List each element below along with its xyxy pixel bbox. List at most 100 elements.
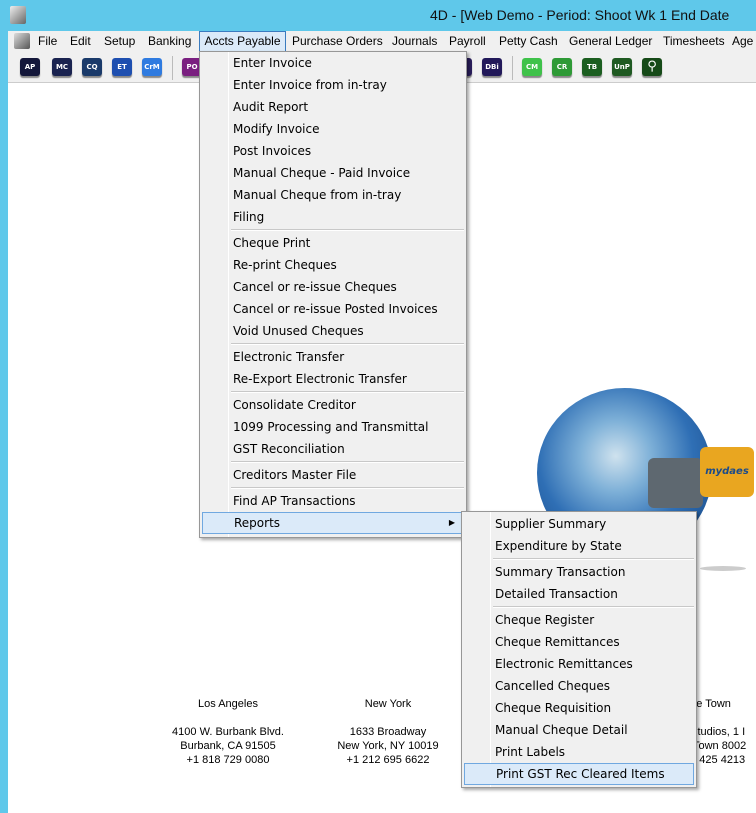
menu-item-label: Void Unused Cheques	[233, 324, 364, 338]
menu-item-cheque-requisition[interactable]: Cheque Requisition	[462, 697, 696, 719]
app-icon[interactable]	[10, 6, 26, 24]
menu-item-cancel-or-re-issue-posted-invoices[interactable]: Cancel or re-issue Posted Invoices	[200, 298, 466, 320]
menu-item-label: GST Reconciliation	[233, 442, 345, 456]
menu-item-electronic-remittances[interactable]: Electronic Remittances	[462, 653, 696, 675]
menu-item-label: Manual Cheque - Paid Invoice	[233, 166, 411, 180]
office-city: Los Angeles	[198, 698, 258, 710]
menu-item-label: 1099 Processing and Transmittal	[233, 420, 429, 434]
menu-item-cheque-register[interactable]: Cheque Register	[462, 609, 696, 631]
tb-toolbar-button[interactable]: TB	[582, 58, 602, 76]
menu-item-label: Cancelled Cheques	[495, 679, 611, 693]
menu-item-modify-invoice[interactable]: Modify Invoice	[200, 118, 466, 140]
office-city: New York	[364, 698, 412, 710]
menu-item-audit-report[interactable]: Audit Report	[200, 96, 466, 118]
crm-toolbar-button[interactable]: CrM	[142, 58, 162, 76]
menu-item-cheque-remittances[interactable]: Cheque Remittances	[462, 631, 696, 653]
mydaes-logo: mydaes	[700, 447, 754, 497]
menu-item-cheque-print[interactable]: Cheque Print	[200, 232, 466, 254]
et-toolbar-button[interactable]: ET	[112, 58, 132, 76]
menu-accts-payable[interactable]: Accts Payable	[199, 31, 286, 52]
menu-setup[interactable]: Setup	[104, 31, 135, 52]
menu-bar: File Edit Setup Banking Accts Payable Pu…	[8, 31, 756, 52]
menu-banking[interactable]: Banking	[148, 31, 191, 52]
submenu-arrow-icon: ▶	[448, 518, 455, 527]
menu-file[interactable]: File	[38, 31, 57, 52]
menu-item-re-print-cheques[interactable]: Re-print Cheques	[200, 254, 466, 276]
puzzle-piece-image	[648, 458, 703, 508]
menu-item-label: Cancel or re-issue Cheques	[233, 280, 397, 294]
menu-item-expenditure-by-state[interactable]: Expenditure by State	[462, 535, 696, 557]
office-address: Burbank, CA 91505	[180, 740, 276, 752]
menu-item-label: Creditors Master File	[233, 468, 357, 482]
office-address: New York, NY 10019	[337, 740, 439, 752]
menu-item-label: Cheque Requisition	[495, 701, 612, 715]
office-address: 4100 W. Burbank Blvd.	[172, 726, 284, 738]
accts-payable-dropdown: Enter Invoice Enter Invoice from in-tray A…	[199, 51, 467, 538]
menu-item-find-ap-transactions[interactable]: Find AP Transactions	[200, 490, 466, 512]
menu-item-label: Filing	[233, 210, 265, 224]
cr-toolbar-button[interactable]: CR	[552, 58, 572, 76]
ap-toolbar-button[interactable]: AP	[20, 58, 40, 76]
menu-item-reports[interactable]: Reports ▶	[202, 512, 464, 534]
menu-item-label: Expenditure by State	[495, 539, 622, 553]
menu-item-manual-cheque-from-in-tray[interactable]: Manual Cheque from in-tray	[200, 184, 466, 206]
reports-submenu: Supplier Summary Expenditure by State Summ…	[461, 511, 697, 788]
unp-toolbar-button[interactable]: UnP	[612, 58, 632, 76]
menu-item-label: Re-print Cheques	[233, 258, 337, 272]
menu-item-label: Re-Export Electronic Transfer	[233, 372, 407, 386]
office-phone: +1 818 729 0080	[186, 754, 270, 766]
menu-item-label: Print GST Rec Cleared Items	[496, 767, 665, 781]
menu-item-cancelled-cheques[interactable]: Cancelled Cheques	[462, 675, 696, 697]
menu-item-label: Cancel or re-issue Posted Invoices	[233, 302, 438, 316]
menu-purchase-orders[interactable]: Purchase Orders	[292, 31, 383, 52]
dbi-toolbar-button[interactable]: DBi	[482, 58, 502, 76]
menu-item-enter-invoice-from-in-tray[interactable]: Enter Invoice from in-tray	[200, 74, 466, 96]
menu-item-label: Consolidate Creditor	[233, 398, 356, 412]
office-address: 1633 Broadway	[349, 726, 427, 738]
menu-journals[interactable]: Journals	[392, 31, 437, 52]
menu-item-label: Cheque Remittances	[495, 635, 620, 649]
menu-item-1099-processing-and-transmittal[interactable]: 1099 Processing and Transmittal	[200, 416, 466, 438]
menu-item-label: Cheque Register	[495, 613, 595, 627]
menu-item-filing[interactable]: Filing	[200, 206, 466, 228]
menu-item-gst-reconciliation[interactable]: GST Reconciliation	[200, 438, 466, 460]
magnifier-icon: ⚲	[647, 59, 657, 74]
menu-item-void-unused-cheques[interactable]: Void Unused Cheques	[200, 320, 466, 342]
menu-item-label: Modify Invoice	[233, 122, 320, 136]
cq-toolbar-button[interactable]: CQ	[82, 58, 102, 76]
menu-age[interactable]: Age	[732, 31, 753, 52]
search-toolbar-button[interactable]: ⚲	[642, 58, 662, 76]
document-menu-icon[interactable]	[14, 33, 30, 49]
menu-item-print-gst-rec-cleared-items[interactable]: Print GST Rec Cleared Items	[464, 763, 694, 785]
menu-item-detailed-transaction[interactable]: Detailed Transaction	[462, 583, 696, 605]
menu-item-label: Post Invoices	[233, 144, 312, 158]
menu-item-label: Supplier Summary	[495, 517, 607, 531]
logo-shadow	[700, 566, 746, 571]
menu-item-post-invoices[interactable]: Post Invoices	[200, 140, 466, 162]
menu-edit[interactable]: Edit	[70, 31, 91, 52]
cm-toolbar-button[interactable]: CM	[522, 58, 542, 76]
mc-toolbar-button[interactable]: MC	[52, 58, 72, 76]
menu-item-label: Reports	[234, 516, 281, 530]
menu-item-print-labels[interactable]: Print Labels	[462, 741, 696, 763]
menu-item-consolidate-creditor[interactable]: Consolidate Creditor	[200, 394, 466, 416]
menu-item-label: Electronic Transfer	[233, 350, 345, 364]
menu-item-label: Detailed Transaction	[495, 587, 618, 601]
menu-general-ledger[interactable]: General Ledger	[569, 31, 652, 52]
menu-item-label: Manual Cheque from in-tray	[233, 188, 402, 202]
menu-item-cancel-or-re-issue-cheques[interactable]: Cancel or re-issue Cheques	[200, 276, 466, 298]
menu-item-manual-cheque-detail[interactable]: Manual Cheque Detail	[462, 719, 696, 741]
menu-timesheets[interactable]: Timesheets	[663, 31, 725, 52]
menu-item-manual-cheque-paid-invoice[interactable]: Manual Cheque - Paid Invoice	[200, 162, 466, 184]
menu-item-label: Summary Transaction	[495, 565, 626, 579]
menu-item-electronic-transfer[interactable]: Electronic Transfer	[200, 346, 466, 368]
toolbar-separator	[512, 56, 513, 80]
menu-item-enter-invoice[interactable]: Enter Invoice	[200, 52, 466, 74]
menu-item-creditors-master-file[interactable]: Creditors Master File	[200, 464, 466, 486]
menu-item-label: Find AP Transactions	[233, 494, 356, 508]
menu-petty-cash[interactable]: Petty Cash	[499, 31, 558, 52]
menu-item-summary-transaction[interactable]: Summary Transaction	[462, 561, 696, 583]
menu-item-re-export-electronic-transfer[interactable]: Re-Export Electronic Transfer	[200, 368, 466, 390]
menu-item-supplier-summary[interactable]: Supplier Summary	[462, 513, 696, 535]
menu-payroll[interactable]: Payroll	[449, 31, 486, 52]
